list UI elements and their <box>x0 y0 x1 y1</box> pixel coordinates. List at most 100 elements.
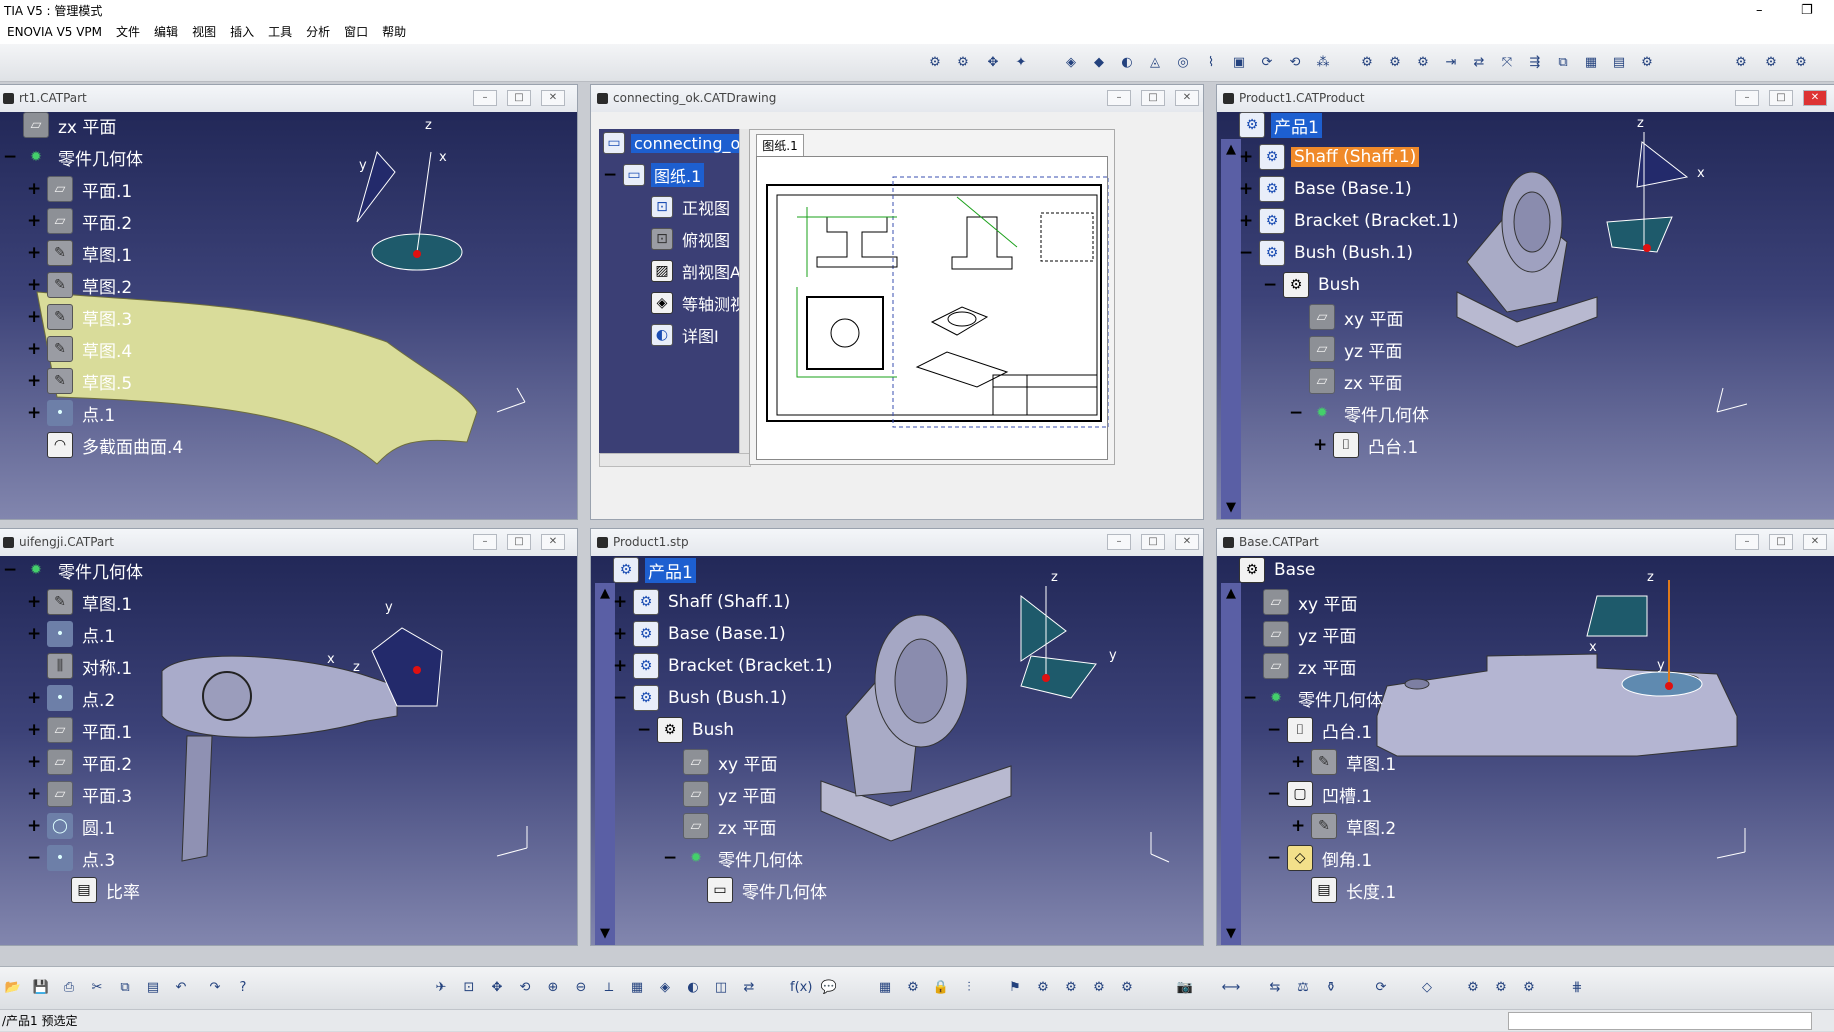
tree-node[interactable]: + ✎ 草图.1 <box>1291 748 1399 776</box>
hide-show-icon[interactable]: ◫ <box>710 977 732 999</box>
tree-node[interactable]: − ⚙ Bush (Bush.1) <box>613 684 790 712</box>
export-icon[interactable]: ⇥ <box>1440 52 1462 74</box>
tree-node[interactable]: ◐ 详图I <box>651 321 722 349</box>
tree-node[interactable]: ◈ 等轴测视 <box>651 289 739 317</box>
tree-scrollbar[interactable]: ▲ ▼ <box>1221 139 1241 519</box>
close-button[interactable]: ✕ <box>1803 534 1827 550</box>
tree-node[interactable]: + ▱ 平面.3 <box>27 780 135 808</box>
window-caption[interactable]: rt1.CATPart – □ ✕ <box>0 85 577 112</box>
menu-view[interactable]: 视图 <box>185 22 223 44</box>
tree-node[interactable]: − ⚙ Bush (Bush.1) <box>1239 239 1416 267</box>
tree-node[interactable]: + ⚙ Base (Base.1) <box>613 620 789 648</box>
maximize-button[interactable]: □ <box>1141 534 1165 550</box>
copy-icon[interactable]: ⧉ <box>1552 52 1574 74</box>
close-button[interactable]: ✕ <box>541 90 565 106</box>
gear-icon[interactable]: ⚙ <box>1032 977 1054 999</box>
tree-node[interactable]: ▱ yz 平面 <box>1263 620 1359 648</box>
scroll-up-icon[interactable]: ▲ <box>1223 141 1239 159</box>
tree-node[interactable]: ▱ xy 平面 <box>1263 588 1361 616</box>
3d-viewport[interactable]: z x ▲ ▼ ⚙ 产品1 + ⚙ Shaff (Shaff.1) + ⚙ Base (B… <box>1217 112 1834 519</box>
scroll-up-icon[interactable]: ▲ <box>597 585 613 603</box>
menu-tools[interactable]: 工具 <box>261 22 299 44</box>
rotate-icon[interactable]: ⟲ <box>514 977 536 999</box>
scroll-down-icon[interactable]: ▼ <box>597 925 613 943</box>
product-icon[interactable]: ⚙ <box>1730 52 1752 74</box>
scroll-down-icon[interactable]: ▼ <box>1223 925 1239 943</box>
pad-icon[interactable]: ◈ <box>1060 52 1082 74</box>
drawing-sheet-area[interactable]: 图纸.1 <box>749 129 1115 465</box>
tree-node[interactable]: ▤ 长度.1 <box>1311 876 1399 904</box>
menu-file[interactable]: 文件 <box>109 22 147 44</box>
tree-node[interactable]: ⊡ 俯视图 <box>651 225 733 253</box>
tree-node[interactable]: + ⌷ 凸台.1 <box>1313 431 1421 459</box>
tree-node[interactable]: − ◇ 倒角.1 <box>1267 844 1375 872</box>
camera-icon[interactable]: 📷 <box>1174 977 1196 999</box>
component-icon[interactable]: ⚙ <box>1760 52 1782 74</box>
assembly-icon[interactable]: ⚙ <box>1088 977 1110 999</box>
tree-node[interactable]: ⚙ 产品1 <box>1239 112 1322 139</box>
tree-node[interactable]: − ✹ 零件几何体 <box>3 143 146 171</box>
menu-insert[interactable]: 插入 <box>223 22 261 44</box>
menu-enovia[interactable]: ENOVIA V5 VPM <box>0 22 109 44</box>
minimize-button[interactable]: – <box>473 534 497 550</box>
slot-icon[interactable]: ▣ <box>1228 52 1250 74</box>
snap-icon[interactable]: ✦ <box>1010 52 1032 74</box>
minimize-button[interactable]: – <box>1107 534 1131 550</box>
help-icon[interactable]: ? <box>232 977 254 999</box>
minimize-button[interactable]: – <box>1735 90 1759 106</box>
copy-icon[interactable]: ⧉ <box>114 977 136 999</box>
apply-material-icon[interactable]: ⚙ <box>1462 977 1484 999</box>
3d-viewport[interactable]: z x y ▲ ▼ ⚙ Base ▱ xy 平面 ▱ yz 平面 ▱ zx 平面 − ✹ 零… <box>1217 556 1834 945</box>
tree-scrollbar[interactable]: ▲ ▼ <box>595 583 615 945</box>
tree-node[interactable]: − • 点.3 <box>27 844 118 872</box>
stiffener-icon[interactable]: ⟳ <box>1256 52 1278 74</box>
tree-node[interactable]: ▱ xy 平面 <box>1309 303 1407 331</box>
design-table-icon[interactable]: ⫶ <box>958 977 980 999</box>
menu-edit[interactable]: 编辑 <box>147 22 185 44</box>
mass-icon[interactable]: ⚱ <box>1320 977 1342 999</box>
shading-icon[interactable]: ◐ <box>682 977 704 999</box>
minimize-button[interactable]: – <box>1107 90 1131 106</box>
multi-view-icon[interactable]: ▦ <box>626 977 648 999</box>
scroll-up-icon[interactable]: ▲ <box>1223 585 1239 603</box>
manipulate-icon[interactable]: ✥ <box>982 52 1004 74</box>
tree-node[interactable]: − ⌷ 凸台.1 <box>1267 716 1375 744</box>
tree-node[interactable]: − ⚙ Bush <box>637 716 737 744</box>
tree-node[interactable]: ⚙ Base <box>1239 556 1318 584</box>
table-icon[interactable]: ▦ <box>874 977 896 999</box>
tree-node[interactable]: − ✹ 零件几何体 <box>1289 399 1432 427</box>
tree-node[interactable]: + ▱ 平面.1 <box>27 716 135 744</box>
window-caption[interactable]: Base.CATPart – □ ✕ <box>1217 529 1834 556</box>
restore-icon[interactable]: ❐ <box>1801 0 1813 22</box>
tree-scrollbar[interactable]: ▲ ▼ <box>1221 583 1241 945</box>
tree-node[interactable]: + ✎ 草图.5 <box>27 367 135 395</box>
layer-icon[interactable]: ◇ <box>1416 977 1438 999</box>
measure-icon[interactable]: ⟷ <box>1220 977 1242 999</box>
tree-node[interactable]: ⊡ 正视图 <box>651 193 733 221</box>
measure-icon[interactable]: ⚙ <box>1356 52 1378 74</box>
update-icon[interactable]: ⇄ <box>1468 52 1490 74</box>
bom-icon[interactable]: ▤ <box>1608 52 1630 74</box>
gears-icon[interactable]: ⚙ <box>1060 977 1082 999</box>
3d-viewport[interactable]: y x z − ✹ 零件几何体 + ✎ 草图.1 + • 点.1 ⫼ 对称.1 + • 点.2 +… <box>0 556 577 945</box>
lock-icon[interactable]: 🔒 <box>930 977 952 999</box>
menu-window[interactable]: 窗口 <box>337 22 375 44</box>
constraint-icon[interactable]: ⚑ <box>1004 977 1026 999</box>
tree-node[interactable]: + ▱ 平面.2 <box>27 207 135 235</box>
tree-node[interactable]: + ⚙ Bracket (Bracket.1) <box>1239 207 1461 235</box>
maximize-button[interactable]: □ <box>507 90 531 106</box>
catalog-icon[interactable]: ⚙ <box>1116 977 1138 999</box>
print-icon[interactable]: ⎙ <box>58 977 80 999</box>
knowledge-icon[interactable]: ⚙ <box>902 977 924 999</box>
zoom-in-icon[interactable]: ⊕ <box>542 977 564 999</box>
grid-icon[interactable]: ⋕ <box>1566 977 1588 999</box>
pattern-icon[interactable]: ⁂ <box>1312 52 1334 74</box>
normal-view-icon[interactable]: ⟂ <box>598 977 620 999</box>
analysis-icon[interactable]: ⚙ <box>1384 52 1406 74</box>
redo-icon[interactable]: ↷ <box>204 977 226 999</box>
fly-icon[interactable]: ✈ <box>430 977 452 999</box>
window-hairdryer[interactable]: uifengji.CATPart – □ ✕ y x z − ✹ 零件几何体 + ✎ 草… <box>0 528 578 946</box>
maximize-button[interactable]: □ <box>1769 534 1793 550</box>
part-icon[interactable]: ⚙ <box>1790 52 1812 74</box>
tree-node[interactable]: + ✎ 草图.3 <box>27 303 135 331</box>
